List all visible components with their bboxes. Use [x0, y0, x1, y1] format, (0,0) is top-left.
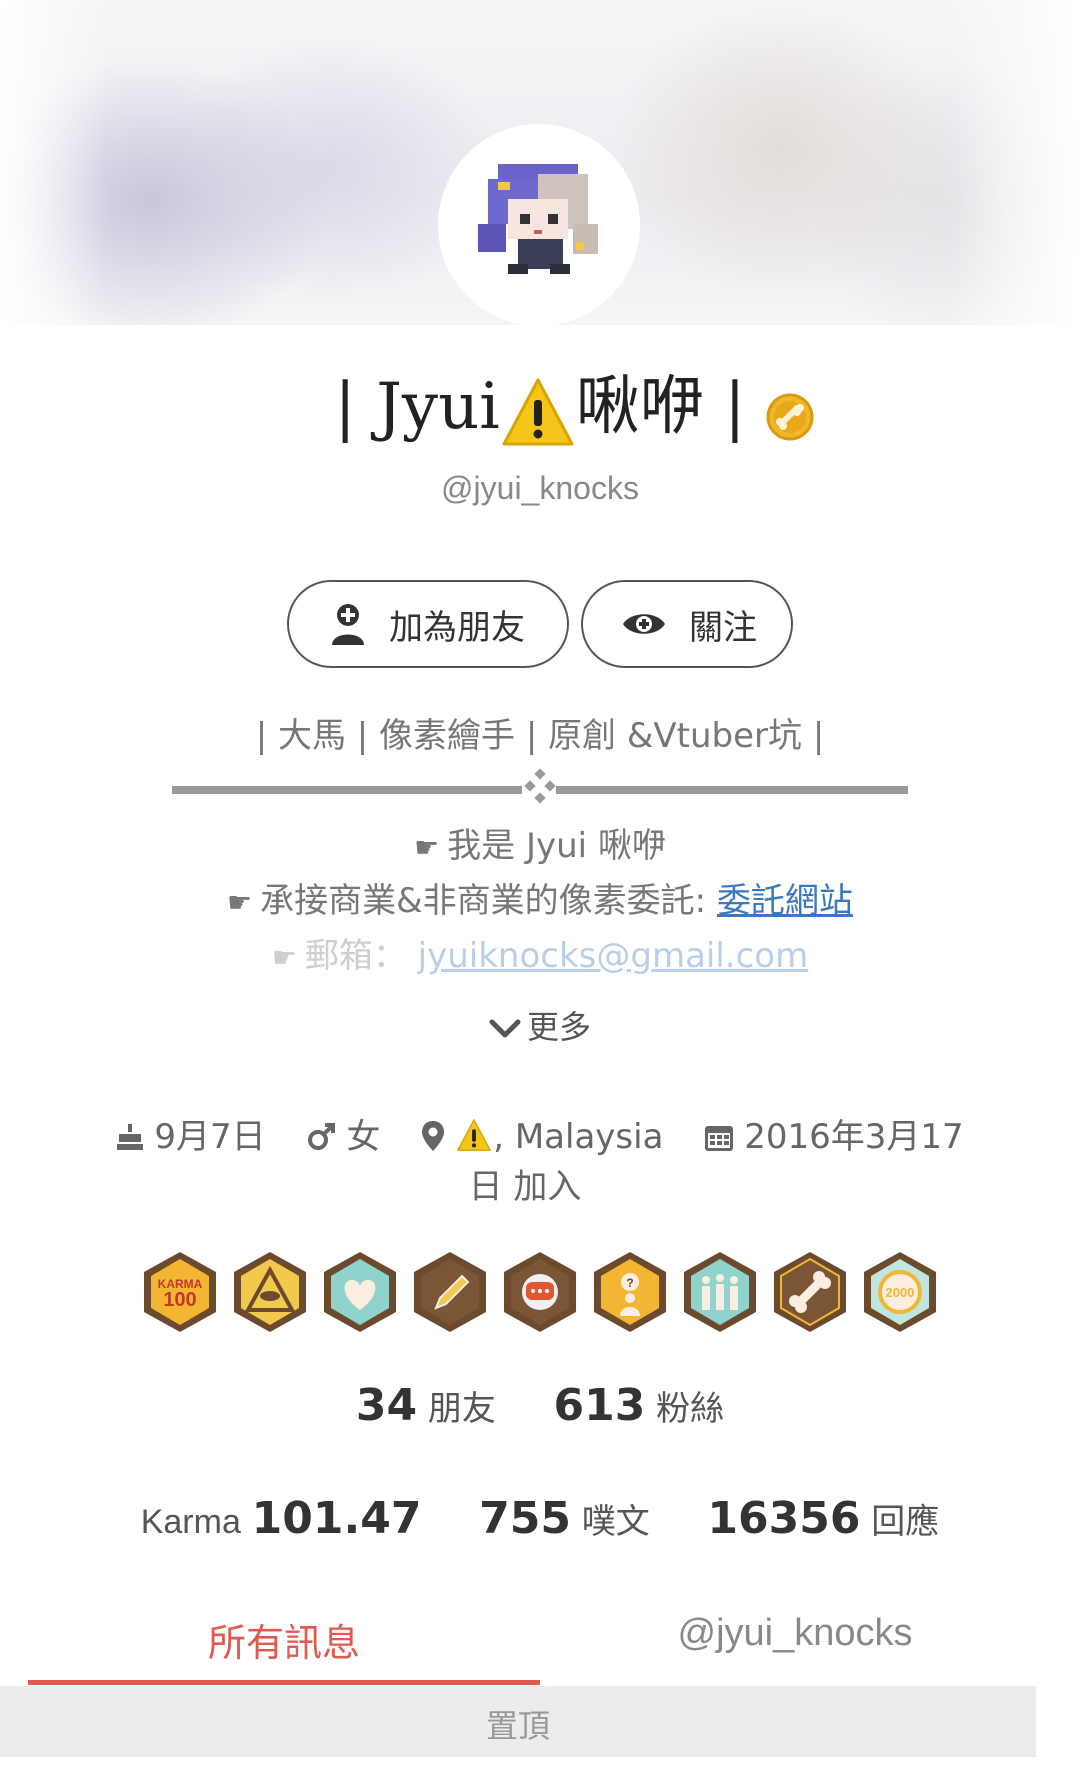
active-tab-indicator [28, 1680, 540, 1685]
follow-label: 關注 [689, 607, 757, 648]
bio-commission-text: 承接商業&非商業的像素委託: [260, 881, 717, 921]
question-person-badge-icon[interactable]: ? [592, 1250, 668, 1334]
calendar-icon [705, 1126, 734, 1151]
gender-text: 女 [346, 1117, 381, 1157]
birthday-text: 9月7日 [154, 1117, 266, 1157]
karma-stat: Karma 101.47 [140, 1493, 422, 1544]
bio-intro-text: 我是 Jyui 啾咿 [447, 826, 666, 866]
bio-line-commission: ☛ 承接商業&非商業的像素委託: 委託網站 [0, 873, 1080, 922]
follow-button[interactable]: 關注 [581, 580, 793, 668]
replies-stat: 16356 回應 [707, 1493, 940, 1544]
user-handle: @jyui_knocks [441, 470, 639, 506]
fans-label: 粉絲 [656, 1389, 725, 1429]
replies-count: 16356 [707, 1493, 861, 1544]
tab-all-messages[interactable]: 所有訊息 [28, 1612, 540, 1667]
show-more-label: 更多 [526, 1008, 591, 1046]
location-item: , Malaysia [421, 1117, 663, 1157]
commission-site-link[interactable]: 委託網站 [717, 881, 853, 921]
2000-badge-icon[interactable]: 2000 [862, 1250, 938, 1334]
badge-2000-text: 2000 [886, 1285, 915, 1300]
pointing-hand-icon: ☛ [271, 941, 297, 974]
posts-stat: 755 噗文 [479, 1493, 650, 1544]
add-friend-label: 加為朋友 [389, 607, 525, 648]
posts-count: 755 [479, 1493, 571, 1544]
social-stats: 34 朋友 613 粉絲 [0, 1380, 1080, 1431]
svg-text:?: ? [626, 1276, 633, 1290]
posts-label: 噗文 [581, 1502, 650, 1542]
fans-stat[interactable]: 613 粉絲 [554, 1380, 725, 1431]
chat-bubble-badge-icon[interactable] [502, 1250, 578, 1334]
avatar[interactable] [438, 124, 640, 326]
warning-icon [457, 1119, 491, 1151]
gender-icon [308, 1123, 336, 1150]
divider-right [556, 786, 908, 794]
email-link[interactable]: jyuiknocks@gmail.com [418, 936, 809, 976]
friends-stat[interactable]: 34 朋友 [356, 1380, 496, 1431]
karma-badge-number: 100 [163, 1289, 196, 1311]
bone-coin-icon [766, 393, 814, 441]
warning-icon [502, 378, 574, 445]
birthday-item: 9月7日 [116, 1117, 266, 1157]
group-cheer-badge-icon[interactable] [682, 1250, 758, 1334]
friends-count: 34 [355, 1380, 418, 1431]
add-friend-button[interactable]: 加為朋友 [287, 580, 569, 668]
gender-item: 女 [306, 1117, 380, 1157]
display-name-prefix: | Jyui [334, 370, 500, 444]
tab-user-posts[interactable]: @jyui_knocks [540, 1612, 1050, 1655]
display-name: | Jyui 啾咿 | [0, 362, 1080, 452]
replies-label: 回應 [871, 1502, 940, 1542]
friends-label: 朋友 [427, 1389, 496, 1429]
karma-label: Karma [140, 1503, 241, 1541]
divider-left [172, 786, 522, 794]
karma-100-badge-icon[interactable]: KARMA100 [142, 1250, 218, 1334]
pencil-badge-icon[interactable] [412, 1250, 488, 1334]
pixel-avatar-icon [478, 164, 598, 274]
profile-meta: 9月7日 女 , Malaysia 2016年3月17日 加入 [110, 1112, 970, 1212]
bio-email-label: 郵箱： [304, 936, 418, 976]
fans-count: 613 [553, 1380, 646, 1431]
chevron-down-icon [489, 1019, 521, 1038]
diamond-ornament-icon [524, 768, 556, 804]
add-user-icon [329, 603, 367, 645]
pinned-header: 置頂 [0, 1686, 1036, 1757]
bone-badge-icon[interactable] [772, 1250, 848, 1334]
show-more-button[interactable]: 更多 [0, 1002, 1080, 1048]
cake-icon [117, 1124, 144, 1150]
pointing-hand-icon: ☛ [414, 831, 440, 864]
eye-pyramid-badge-icon[interactable] [232, 1250, 308, 1334]
eye-plus-icon [621, 609, 667, 639]
bio-title: | 大馬 | 像素繪手 | 原創 &Vtuber坑 | [255, 716, 825, 756]
location-pin-icon [422, 1121, 445, 1151]
bio-line-email: ☛ 郵箱： jyuiknocks@gmail.com [0, 928, 1080, 977]
location-text: , Malaysia [493, 1117, 664, 1157]
pointing-hand-icon: ☛ [227, 886, 253, 919]
activity-stats: Karma 101.47 755 噗文 16356 回應 [0, 1493, 1080, 1544]
display-name-suffix: 啾咿 | [575, 370, 746, 444]
bio-line-intro: ☛ 我是 Jyui 啾咿 [0, 818, 1080, 867]
heart-badge-icon[interactable] [322, 1250, 398, 1334]
karma-value: 101.47 [251, 1493, 422, 1544]
